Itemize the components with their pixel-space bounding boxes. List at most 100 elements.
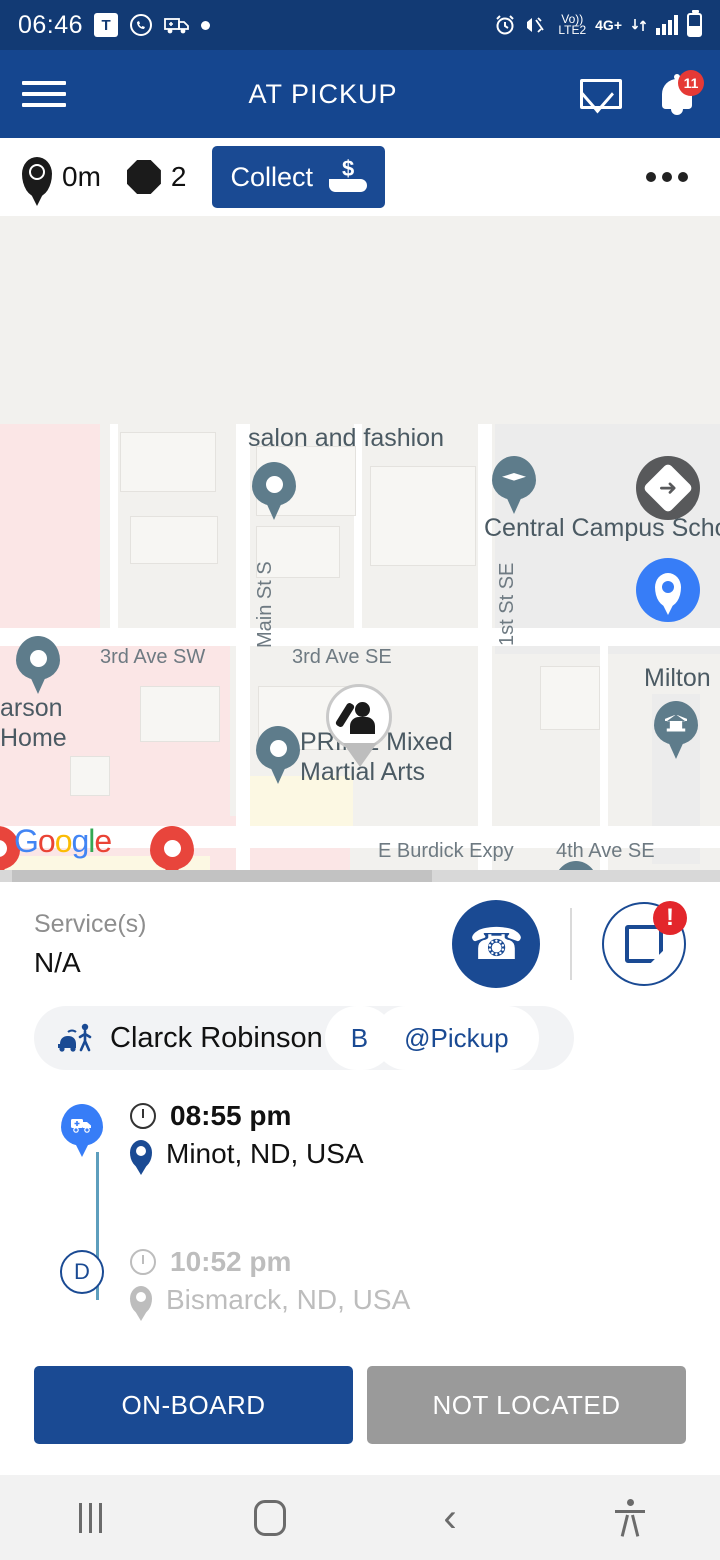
kebab-menu-icon[interactable] <box>636 162 698 192</box>
home-icon[interactable] <box>225 1488 315 1548</box>
service-value: N/A <box>34 946 81 978</box>
map-building <box>120 432 216 492</box>
trip-detail-panel: Service(s) N/A ☎ ! Clarck Robinson B @Pi… <box>0 882 720 1466</box>
hospital-pin-icon[interactable] <box>150 826 194 882</box>
on-board-button[interactable]: ON-BOARD <box>34 1366 353 1444</box>
stop-sign-icon <box>126 160 161 194</box>
school-pin-icon[interactable] <box>492 456 536 514</box>
place-pin-icon[interactable] <box>256 726 300 784</box>
not-located-button[interactable]: NOT LOCATED <box>367 1366 686 1444</box>
phone-icon: ☎ <box>468 919 524 969</box>
map-label-poi: Home <box>0 724 67 752</box>
back-icon[interactable]: ‹ <box>405 1488 495 1548</box>
my-location-icon[interactable] <box>636 558 700 622</box>
page-title: AT PICKUP <box>248 78 398 109</box>
android-nav-bar: ‹ <box>0 1475 720 1560</box>
ambulance-app-icon <box>164 14 190 36</box>
call-button[interactable]: ☎ <box>452 900 540 988</box>
trip-toolbar: 0m 2 Collect $ <box>0 138 720 216</box>
ambulance-pin-icon <box>61 1104 103 1157</box>
dropoff-location: Bismarck, ND, USA <box>166 1284 411 1315</box>
hand-money-icon: $ <box>329 158 368 194</box>
map-building <box>130 516 218 564</box>
timeline-marker: D <box>34 1246 130 1294</box>
eta-value: 0m <box>62 161 101 192</box>
map-building <box>70 756 110 796</box>
map-label-street: 3rd Ave SE <box>292 646 392 668</box>
service-label: Service(s) <box>34 909 147 938</box>
map-label-poi: Milton <box>644 664 711 692</box>
passenger-name: Clarck Robinson <box>110 1021 323 1054</box>
timeline-dropoff-body: 10:52 pm Bismarck, ND, USA <box>130 1246 686 1321</box>
teams-icon: T <box>94 13 119 37</box>
divider <box>570 908 572 980</box>
passenger-main: Clarck Robinson <box>34 1006 345 1070</box>
pickup-location: Minot, ND, USA <box>166 1138 364 1169</box>
service-row: Service(s) N/A ☎ ! <box>34 882 687 1006</box>
stops-value: 2 <box>170 161 187 192</box>
map-building <box>540 666 600 730</box>
pickup-time: 08:55 pm <box>170 1100 292 1131</box>
collect-button-label: Collect <box>230 161 314 192</box>
battery-icon <box>687 10 702 37</box>
panel-bottom-gap <box>34 1444 686 1466</box>
map-view[interactable]: salon and fashion Central Campus School … <box>0 216 720 882</box>
status-time: 06:46 <box>18 10 84 39</box>
location-pin-icon <box>130 1286 152 1321</box>
service-info: Service(s) N/A <box>34 910 452 979</box>
place-pin-icon[interactable] <box>16 636 60 694</box>
place-pin-icon[interactable] <box>252 462 296 520</box>
car-pedestrian-icon <box>56 1022 96 1054</box>
vibrate-icon <box>525 15 549 35</box>
map-label-street: 1st St SE <box>496 562 518 646</box>
alarm-icon <box>494 14 516 36</box>
map-label-poi: salon and fashion <box>248 424 444 452</box>
timeline-spacer <box>34 1184 686 1246</box>
clock-pin-icon <box>22 157 52 206</box>
signal-icon <box>656 15 678 35</box>
map-label-street: 4th Ave SE <box>556 840 655 862</box>
map-label-poi: arson <box>0 694 63 722</box>
map-road <box>0 628 720 646</box>
clock-icon <box>130 1249 156 1275</box>
map-label-street: Main St S <box>254 561 276 648</box>
status-bar-left: 06:46 T <box>18 10 211 40</box>
map-scrollbar[interactable] <box>0 870 720 882</box>
map-label-street: 3rd Ave SW <box>100 646 206 668</box>
app-header: AT PICKUP 11 <box>0 50 720 138</box>
bank-pin-icon[interactable] <box>654 701 698 759</box>
notifications-button[interactable]: 11 <box>662 70 704 115</box>
map-road <box>236 424 250 882</box>
collect-button[interactable]: Collect $ <box>212 146 386 208</box>
network-type-icon: 4G+ <box>595 17 622 33</box>
location-pin-icon <box>130 1140 152 1175</box>
stops-indicator: 2 <box>126 160 187 194</box>
timeline-dropoff[interactable]: D 10:52 pm Bismarck, ND, USA <box>34 1246 686 1330</box>
hamburger-icon[interactable] <box>22 81 66 107</box>
accessibility-icon[interactable] <box>585 1488 675 1548</box>
timeline-pickup[interactable]: 08:55 pm Minot, ND, USA <box>34 1100 686 1184</box>
recents-icon[interactable] <box>45 1488 135 1548</box>
dot-icon <box>201 20 211 30</box>
directions-icon[interactable] <box>636 456 700 520</box>
note-button[interactable]: ! <box>602 901 687 986</box>
clock-icon <box>130 1103 156 1129</box>
timeline-pickup-body: 08:55 pm Minot, ND, USA <box>130 1100 686 1175</box>
map-building <box>140 686 220 742</box>
dropoff-marker-icon: D <box>60 1250 104 1294</box>
whatsapp-icon <box>129 13 153 37</box>
person-waving-marker-icon[interactable] <box>326 684 392 767</box>
mail-icon[interactable] <box>580 79 622 109</box>
passenger-chip[interactable]: Clarck Robinson B @Pickup <box>34 1006 574 1070</box>
status-bar: 06:46 T Vo)) LTE2 4G+ <box>0 0 720 50</box>
app-root: 06:46 T Vo)) LTE2 4G+ AT PICKUP 11 0m 2 … <box>0 0 720 1560</box>
status-bar-right: Vo)) LTE2 4G+ <box>494 10 702 37</box>
map-road <box>110 424 118 629</box>
header-actions: 11 <box>580 70 704 115</box>
passenger-status[interactable]: @Pickup <box>374 1006 539 1070</box>
map-label-street: E Burdick Expy <box>378 840 514 862</box>
notification-badge: 11 <box>678 70 704 96</box>
volte-icon: Vo)) LTE2 <box>558 12 587 37</box>
eta-indicator: 0m <box>22 157 101 206</box>
google-logo: Google <box>14 823 112 859</box>
